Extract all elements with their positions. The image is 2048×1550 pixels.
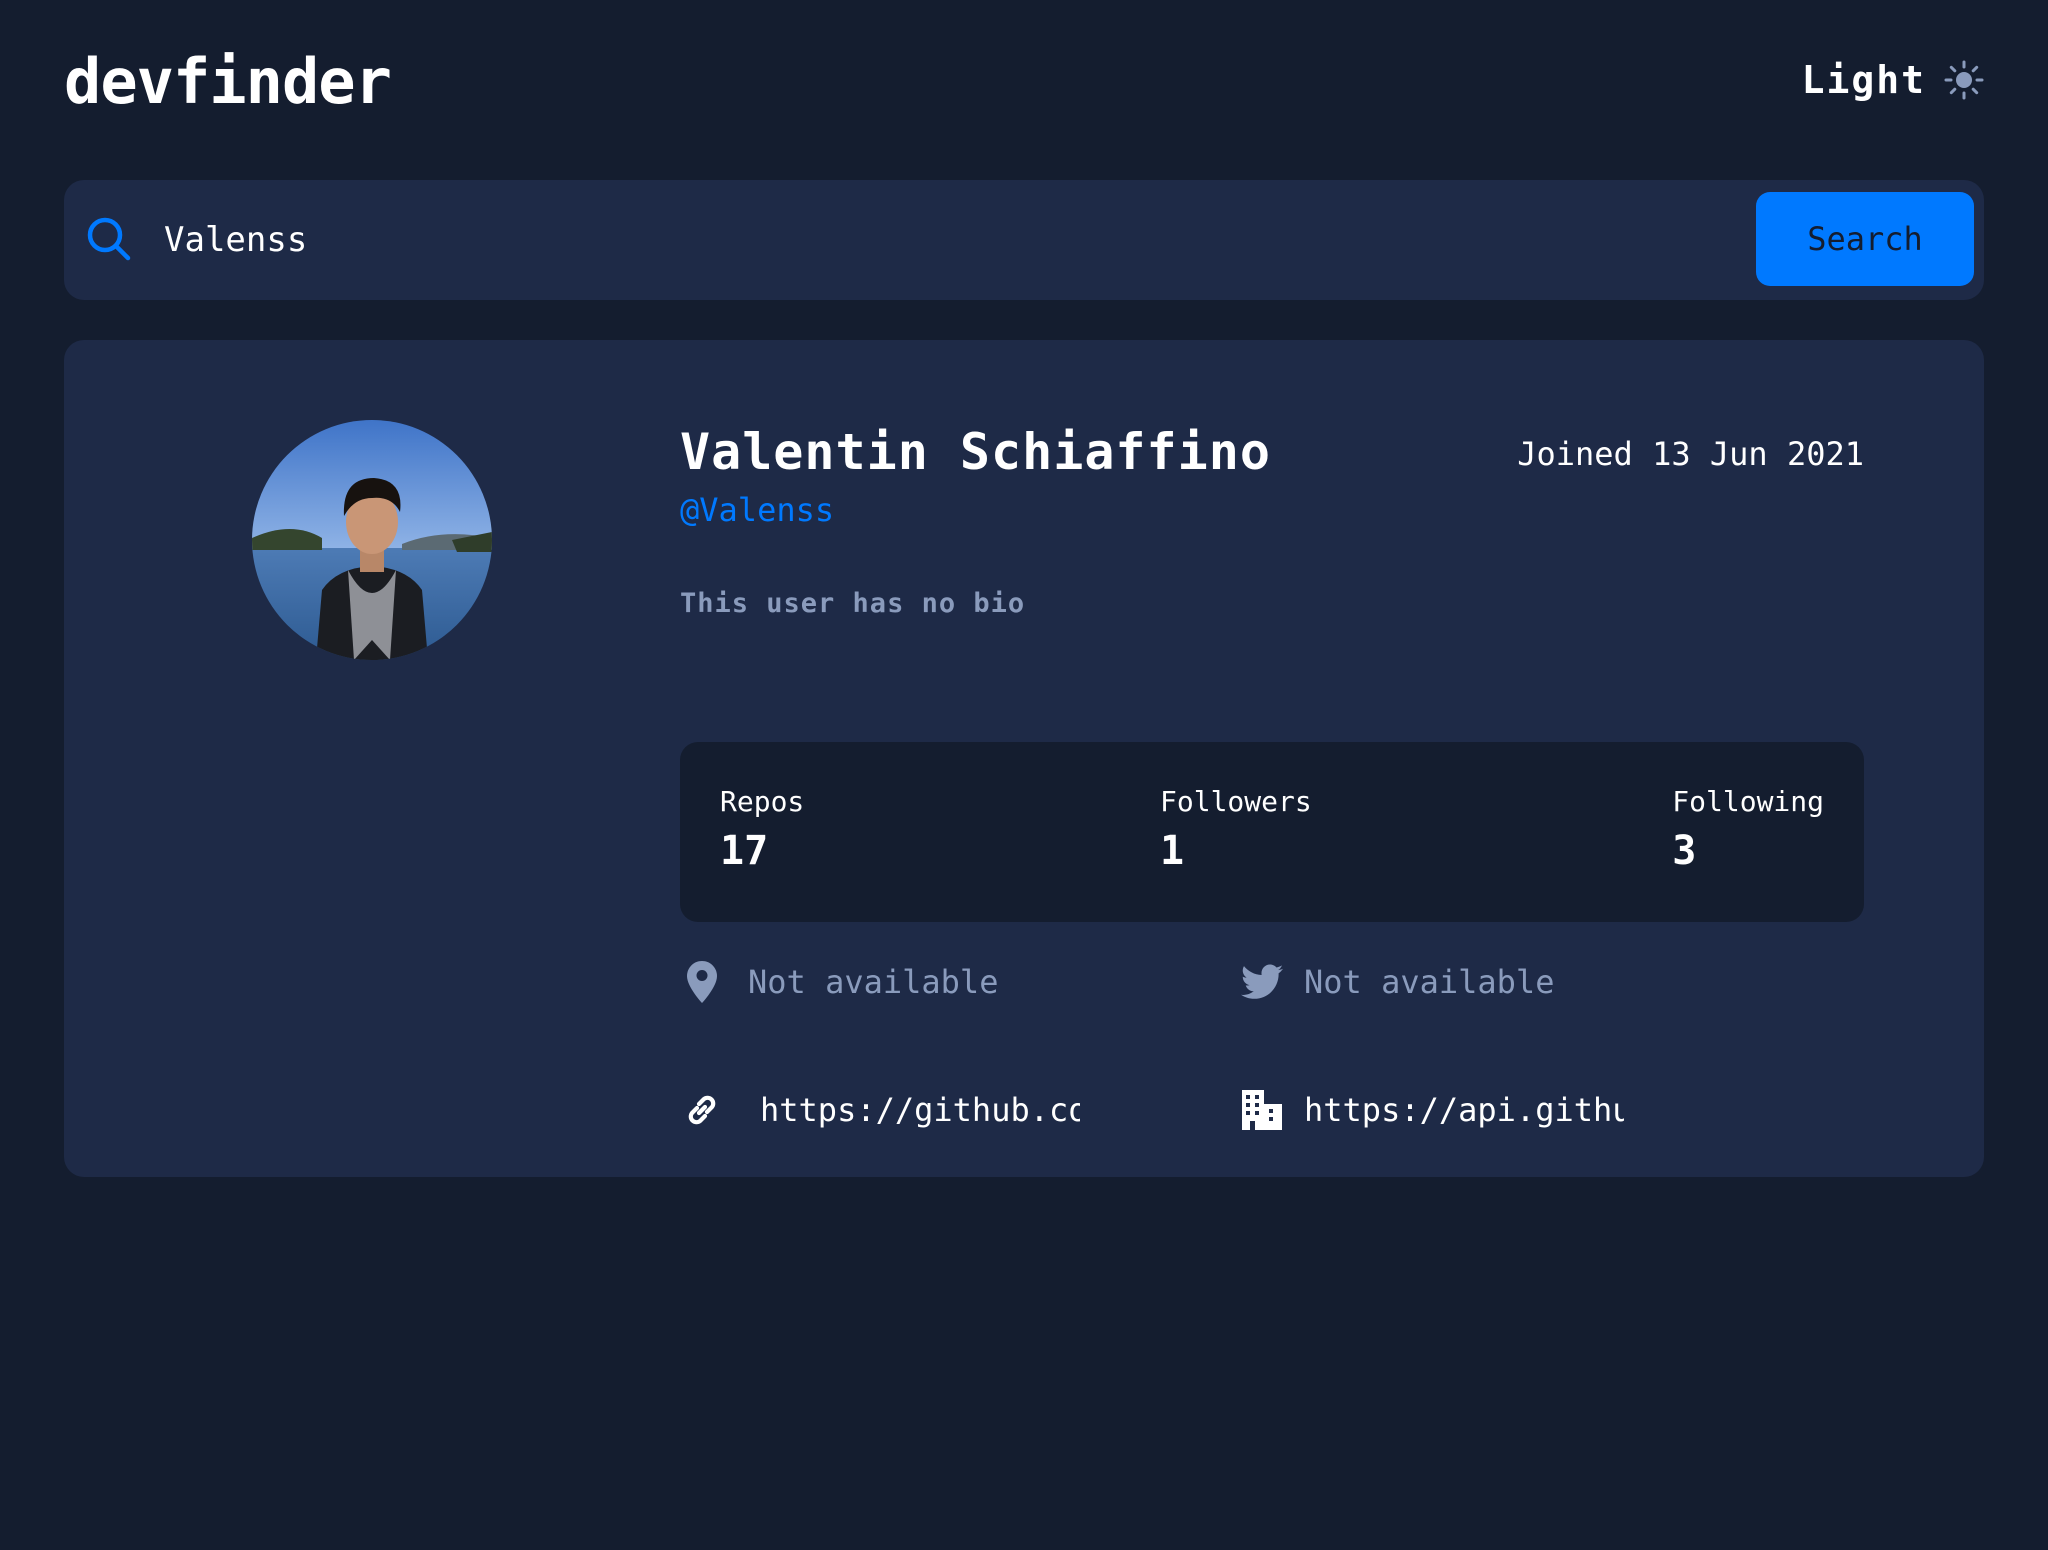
page: devfinder Light Valenss Search Valentin … <box>64 0 1984 1177</box>
location-item: Not available <box>680 960 1048 1004</box>
header: devfinder Light <box>64 0 1984 170</box>
stat-following-value: 3 <box>1672 828 1697 874</box>
theme-toggle-button[interactable]: Light <box>1802 52 1984 108</box>
profile-card: Valentin Schiaffino Joined 13 Jun 2021 @… <box>64 340 1984 1177</box>
twitter-icon <box>1240 960 1284 1004</box>
stat-repos-value: 17 <box>720 828 769 874</box>
search-icon <box>86 216 132 262</box>
search-input[interactable] <box>164 206 1264 274</box>
profile-bio: This user has no bio <box>680 588 1026 619</box>
stat-followers-label: Followers <box>1160 785 1312 818</box>
profile-name: Valentin Schiaffino <box>680 423 1271 481</box>
stat-followers-value: 1 <box>1160 828 1185 874</box>
office-building-icon <box>1240 1088 1284 1132</box>
stats-panel: Repos 17 Followers 1 Following 3 <box>680 742 1864 922</box>
company-link[interactable]: https://api.github.com/users/Valenss <box>1304 1090 1624 1130</box>
theme-toggle-label: Light <box>1801 58 1926 102</box>
app-logo: devfinder <box>64 45 392 118</box>
location-text: Not available <box>748 963 999 1001</box>
search-bar: Search <box>64 180 1984 300</box>
stat-followers: Followers 1 <box>1160 784 1312 876</box>
profile-handle-link[interactable]: @Valenss <box>680 490 834 530</box>
search-button[interactable]: Search <box>1756 192 1974 286</box>
avatar <box>252 420 492 660</box>
stat-repos: Repos 17 <box>720 784 804 876</box>
blog-item[interactable]: https://github.com/Valenss <box>680 1088 1080 1132</box>
joined-date: Joined 13 Jun 2021 <box>1517 435 1864 473</box>
stat-following-label: Following <box>1672 785 1824 818</box>
link-icon <box>680 1088 724 1132</box>
stat-repos-label: Repos <box>720 785 805 818</box>
sun-icon <box>1944 60 1984 100</box>
twitter-item: Not available <box>1240 960 1604 1004</box>
location-pin-icon <box>680 960 724 1004</box>
twitter-text: Not available <box>1304 963 1555 1001</box>
stat-following: Following 3 <box>1672 784 1824 876</box>
blog-link[interactable]: https://github.com/Valenss <box>760 1090 1080 1130</box>
company-item: https://api.github.com/users/Valenss <box>1240 1088 1624 1132</box>
